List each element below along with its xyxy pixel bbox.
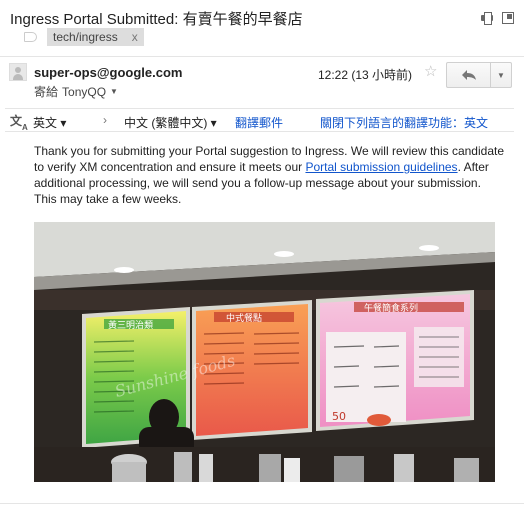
chevron-down-icon: ▼ — [497, 70, 505, 80]
divider — [0, 503, 524, 504]
more-actions-button[interactable]: ▼ — [491, 63, 511, 87]
recipient-name: TonyQQ — [62, 84, 107, 99]
price-tag: 50 — [332, 410, 346, 423]
new-window-icon[interactable] — [502, 12, 514, 24]
message-header: super-ops@google.com 寄給 TonyQQ ▼ 12:22 (… — [0, 56, 524, 104]
board-title-2: 中式餐點 — [226, 312, 262, 324]
target-language-select[interactable]: 中文 (繁體中文) ▾ — [124, 114, 217, 131]
turn-off-translation-link[interactable]: 關閉下列語言的翻譯功能：英文 — [320, 114, 488, 131]
translate-icon: 文A — [10, 114, 28, 132]
print-icon[interactable] — [481, 12, 493, 25]
message-body: Thank you for submitting your Portal sug… — [34, 143, 504, 207]
reply-button-group: ▼ — [446, 62, 512, 88]
sender-email[interactable]: super-ops@google.com — [34, 65, 182, 80]
star-icon[interactable]: ☆ — [424, 62, 437, 80]
recipient-prefix: 寄給 — [34, 85, 59, 99]
label-row: tech/ingress x — [24, 28, 144, 46]
target-language-value: 中文 (繁體中文) — [124, 116, 208, 130]
translate-bar: 文A 英文 ▾ › 中文 (繁體中文) ▾ 翻譯郵件 關閉下列語言的翻譯功能：英… — [5, 108, 514, 132]
email-subject: Ingress Portal Submitted: 有賣午餐的早餐店 — [10, 11, 303, 28]
reply-icon — [461, 70, 476, 80]
photo-illustration: 黃三明治類 中式餐點 午餐簡食系列 50 Sunshine foods — [34, 222, 495, 482]
attached-photo[interactable]: 黃三明治類 中式餐點 午餐簡食系列 50 Sunshine foods — [34, 222, 495, 482]
avatar[interactable] — [9, 63, 27, 81]
translate-message-link[interactable]: 翻譯郵件 — [235, 114, 283, 131]
chevron-down-icon[interactable]: ▼ — [110, 87, 118, 96]
reply-button[interactable] — [447, 63, 491, 87]
source-language-value: 英文 — [33, 116, 58, 130]
source-language-select[interactable]: 英文 ▾ — [33, 114, 66, 131]
chevron-right-icon: › — [103, 113, 107, 127]
guidelines-link[interactable]: Portal submission guidelines — [305, 160, 457, 174]
board-title-1: 黃三明治類 — [108, 319, 153, 331]
label-chip[interactable]: tech/ingress x — [47, 28, 144, 46]
message-time: 12:22 (13 小時前) — [318, 68, 413, 82]
remove-label-button[interactable]: x — [132, 30, 138, 44]
label-name[interactable]: tech/ingress — [53, 30, 118, 44]
recipient-line[interactable]: 寄給 TonyQQ ▼ — [34, 83, 118, 100]
label-tag-icon — [24, 32, 37, 42]
board-title-3: 午餐簡食系列 — [364, 302, 418, 314]
header-actions — [481, 12, 514, 25]
